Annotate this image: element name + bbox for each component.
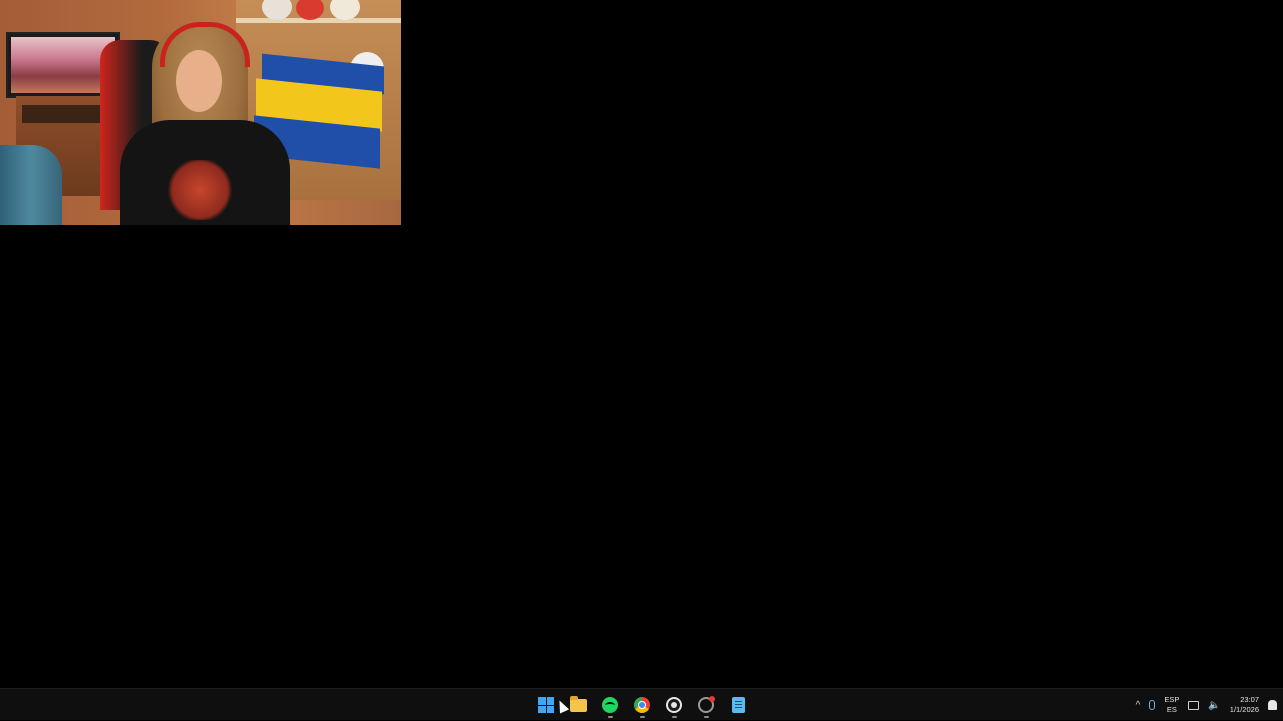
running-indicator	[640, 716, 645, 718]
network-icon[interactable]	[1188, 700, 1200, 710]
notepad-button[interactable]	[725, 691, 751, 719]
obs-button[interactable]	[661, 691, 687, 719]
chrome-icon	[634, 697, 650, 713]
chrome-button[interactable]	[629, 691, 655, 719]
taskbar: ^ ESP ES 🔈 23:07 1/1/2026	[0, 688, 1283, 720]
running-indicator	[608, 716, 613, 718]
keyboard-layout: ES	[1166, 705, 1177, 714]
clock[interactable]: 23:07 1/1/2026	[1230, 695, 1259, 715]
record-icon	[698, 696, 715, 713]
webcam-shelf-edge	[236, 18, 401, 23]
folder-icon	[569, 695, 587, 712]
volume-icon[interactable]: 🔈	[1208, 700, 1220, 711]
microphone-icon[interactable]	[1149, 700, 1156, 710]
windows-logo-icon	[538, 697, 554, 713]
show-hidden-icons-button[interactable]: ^	[1136, 700, 1141, 711]
running-indicator	[672, 716, 677, 718]
clock-date: 1/1/2026	[1229, 705, 1259, 714]
language-code: ESP	[1164, 695, 1180, 704]
webcam-overlay	[0, 0, 401, 225]
notepad-icon	[731, 697, 745, 713]
webcam-curtain	[0, 145, 62, 225]
file-explorer-button[interactable]	[565, 691, 591, 719]
spotify-button[interactable]	[597, 691, 623, 719]
webcam-shirt-print	[165, 160, 235, 220]
notifications-icon[interactable]	[1268, 700, 1277, 710]
running-indicator	[704, 716, 709, 718]
recorder-button[interactable]	[693, 691, 719, 719]
language-indicator[interactable]: ESP ES	[1164, 695, 1179, 715]
spotify-icon	[602, 697, 618, 713]
system-tray: ^ ESP ES 🔈 23:07 1/1/2026	[1136, 689, 1283, 721]
obs-icon	[666, 697, 682, 713]
webcam-cabinet-shelf	[22, 105, 110, 123]
clock-time: 23:07	[1240, 695, 1259, 704]
